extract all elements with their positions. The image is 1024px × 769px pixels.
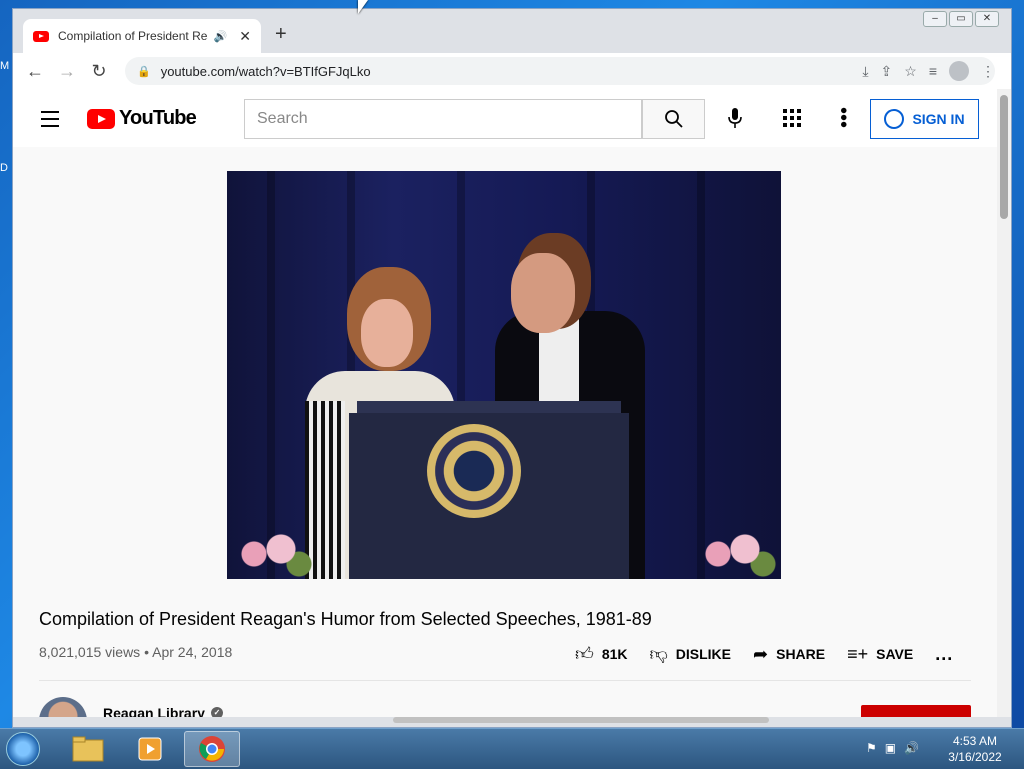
- browser-menu-icon[interactable]: ⋮: [981, 63, 995, 80]
- search-input[interactable]: [244, 99, 642, 139]
- new-tab-button[interactable]: +: [275, 23, 287, 46]
- share-icon[interactable]: ⇪: [881, 63, 893, 80]
- flowers: [691, 529, 781, 579]
- youtube-page: YouTube ••• SIGN IN: [13, 89, 997, 717]
- thumbs-up-icon: 👍︎: [575, 644, 594, 664]
- speaker-icon[interactable]: 🔊: [214, 30, 228, 43]
- restore-button[interactable]: ▭: [949, 11, 973, 27]
- account-icon: [884, 109, 905, 129]
- curtain-fold: [267, 171, 275, 579]
- url-text[interactable]: youtube.com/watch?v=BTIfGFJqLko: [161, 64, 371, 79]
- more-actions-button[interactable]: ...: [935, 644, 953, 665]
- sign-in-label: SIGN IN: [912, 111, 965, 127]
- channel-avatar[interactable]: [39, 697, 87, 717]
- clock-time: 4:53 AM: [952, 734, 998, 748]
- hamburger-menu-icon[interactable]: [41, 111, 59, 132]
- video-meta: 8,021,015 views • Apr 24, 2018: [39, 644, 232, 660]
- volume-icon[interactable]: 🔊: [904, 741, 919, 755]
- browser-toolbar: ← → ↻ 🔒 youtube.com/watch?v=BTIfGFJqLko …: [13, 53, 1011, 89]
- close-window-button[interactable]: ✕: [975, 11, 999, 27]
- horizontal-scrollbar[interactable]: [393, 717, 769, 723]
- system-clock[interactable]: 4:53 AM 3/16/2022: [940, 733, 1010, 765]
- network-icon[interactable]: ▣: [885, 741, 896, 755]
- subscribe-button[interactable]: SUBSCRIBE: [861, 705, 971, 717]
- media-control-icon[interactable]: ≡: [929, 63, 937, 79]
- taskbar: ⚑ ▣ 🔊 4:53 AM 3/16/2022: [0, 728, 1024, 769]
- explorer-taskbar-icon[interactable]: [60, 731, 116, 767]
- thumbs-down-icon: 👎︎: [649, 644, 668, 664]
- vertical-scrollbar[interactable]: [997, 89, 1011, 717]
- verified-check-icon: ✓: [210, 707, 223, 717]
- desktop-label: D: [0, 162, 8, 174]
- share-button[interactable]: ➦ SHARE: [753, 644, 825, 665]
- search-button[interactable]: [642, 99, 705, 139]
- media-player-taskbar-icon[interactable]: [122, 731, 178, 767]
- browser-tab[interactable]: Compilation of President Reagan's Humor …: [23, 19, 261, 53]
- search-icon: [664, 110, 683, 128]
- browser-window: – ▭ ✕ Compilation of President Reagan's …: [12, 8, 1012, 728]
- curtain-fold: [697, 171, 705, 579]
- save-button[interactable]: ≡+ SAVE: [847, 644, 913, 665]
- chrome-taskbar-icon[interactable]: [184, 731, 240, 767]
- window-controls: – ▭ ✕: [923, 11, 999, 27]
- like-button[interactable]: 👍︎ 81K: [575, 643, 628, 665]
- upload-date: Apr 24, 2018: [152, 644, 233, 660]
- youtube-logo[interactable]: YouTube: [87, 107, 197, 130]
- woman-face: [361, 299, 413, 367]
- system-tray: ⚑ ▣ 🔊: [866, 741, 919, 755]
- man-face: [511, 253, 575, 333]
- flowers: [227, 529, 317, 579]
- channel-name-text[interactable]: Reagan Library: [103, 705, 205, 717]
- youtube-play-icon: [87, 108, 115, 129]
- sign-in-button[interactable]: SIGN IN: [870, 99, 979, 139]
- channel-name[interactable]: Reagan Library ✓: [103, 705, 223, 717]
- tab-title: Compilation of President Reagan's Humor …: [58, 29, 208, 43]
- logo-text: YouTube: [119, 107, 197, 129]
- dislike-label: DISLIKE: [675, 646, 732, 662]
- like-count: 81K: [601, 646, 628, 662]
- presidential-seal: [427, 424, 521, 518]
- desktop-label: M: [0, 60, 10, 72]
- address-bar[interactable]: 🔒 youtube.com/watch?v=BTIfGFJqLko ⤓ ⇪ ☆ …: [125, 57, 995, 85]
- video-player[interactable]: [227, 171, 781, 579]
- microphone-icon[interactable]: [721, 105, 749, 133]
- apps-grid-icon[interactable]: [783, 109, 801, 127]
- save-label: SAVE: [876, 646, 914, 662]
- masthead: YouTube ••• SIGN IN: [13, 89, 997, 147]
- mouse-cursor-icon: [358, 0, 368, 14]
- playlist-add-icon: ≡+: [847, 643, 869, 664]
- video-title: Compilation of President Reagan's Humor …: [39, 609, 652, 629]
- youtube-favicon-icon: [33, 30, 49, 42]
- settings-kebab-icon[interactable]: •••: [832, 107, 854, 128]
- divider: [39, 680, 971, 681]
- bookmark-star-icon[interactable]: ☆: [904, 63, 917, 80]
- share-arrow-icon: ➦: [753, 643, 769, 664]
- forward-icon[interactable]: →: [51, 61, 83, 82]
- install-icon[interactable]: ⤓: [862, 63, 868, 80]
- minimize-button[interactable]: –: [923, 11, 947, 27]
- clock-date: 3/16/2022: [948, 750, 1002, 764]
- lock-icon: 🔒: [137, 65, 151, 78]
- dislike-button[interactable]: 👎︎ DISLIKE: [650, 643, 732, 665]
- share-label: SHARE: [776, 646, 826, 662]
- scrollbar-thumb[interactable]: [1000, 95, 1008, 219]
- reload-icon[interactable]: ↻: [83, 61, 115, 82]
- back-icon[interactable]: ←: [19, 61, 51, 82]
- tab-close-button[interactable]: ✕: [239, 28, 251, 45]
- action-center-flag-icon[interactable]: ⚑: [866, 741, 877, 755]
- start-button[interactable]: [6, 732, 40, 766]
- meta-separator: •: [144, 644, 149, 660]
- omnibox-actions: ⤓ ⇪ ☆ ≡ ⋮: [862, 61, 995, 81]
- profile-icon[interactable]: [949, 61, 969, 81]
- view-count: 8,021,015 views: [39, 644, 141, 660]
- video-actions: 👍︎ 81K 👎︎ DISLIKE ➦ SHARE ≡+ SAVE ...: [575, 643, 953, 665]
